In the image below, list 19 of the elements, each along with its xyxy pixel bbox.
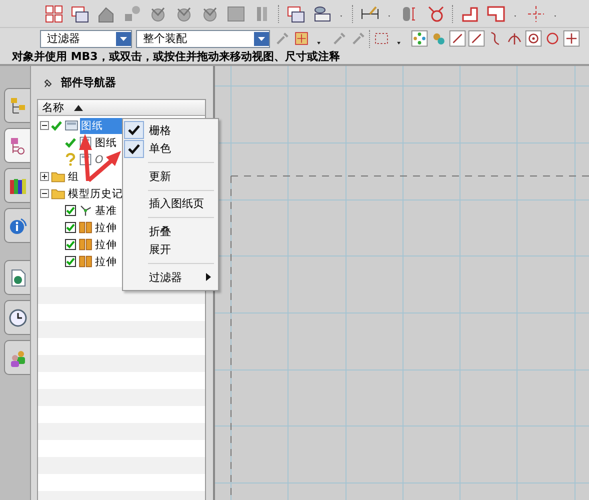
cue-line: 对象并使用 MB3，或双击，或按住并拖动来移动视图、尺寸或注释 xyxy=(12,50,340,63)
menu-item[interactable]: 展开 xyxy=(124,240,217,259)
tree-item[interactable]: O xyxy=(94,152,104,166)
menu-item[interactable]: 插入图纸页 xyxy=(124,194,217,213)
tree-item[interactable]: 拉伸 xyxy=(94,236,118,252)
tree-item[interactable]: 基准 xyxy=(94,202,118,218)
menu-item[interactable]: 单色 xyxy=(124,140,217,158)
navigator-title: 部件导航器 xyxy=(61,75,116,90)
filter-dropdown[interactable]: 过滤器 xyxy=(40,30,132,48)
tree-item[interactable]: 拉伸 xyxy=(94,254,118,270)
tree-item[interactable]: 模型历史记 xyxy=(67,186,124,202)
tree-item[interactable]: 图纸 xyxy=(94,134,118,150)
tree-item[interactable]: 拉伸 xyxy=(94,220,118,236)
menu-item[interactable]: 更新 xyxy=(124,167,217,186)
menu-item[interactable]: 过滤器 xyxy=(124,268,217,286)
menu-item[interactable]: 栅格 xyxy=(124,121,217,140)
assembly-dropdown[interactable]: 整个装配 xyxy=(136,30,270,48)
menu-item[interactable]: 折叠 xyxy=(124,222,217,240)
tree-item[interactable]: 组 xyxy=(67,168,80,184)
